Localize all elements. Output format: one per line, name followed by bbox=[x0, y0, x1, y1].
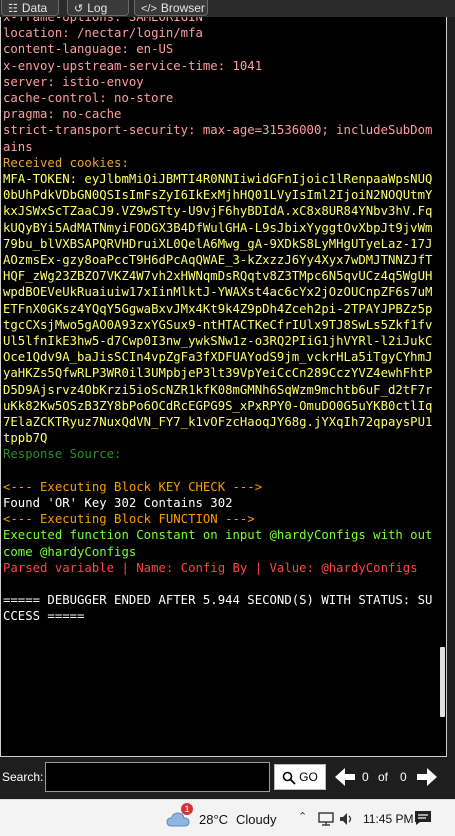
match-current: 0 bbox=[362, 770, 369, 784]
tab-browser[interactable]: </> Browser bbox=[134, 0, 208, 16]
console-line: Found 'OR' Key 302 Contains 302 bbox=[3, 496, 233, 511]
tab-browser-label: Browser bbox=[160, 1, 205, 15]
console-line: x-envoy-upstream-service-time: 1041 bbox=[3, 58, 263, 73]
tab-data[interactable]: ☷ Data bbox=[1, 0, 59, 16]
console-lines: x-frame-options: SAMEORIGIN location: /ne… bbox=[3, 17, 436, 625]
previous-arrow-icon[interactable] bbox=[333, 766, 357, 788]
console-scrollbar[interactable] bbox=[438, 17, 446, 756]
match-of-label: of bbox=[378, 770, 389, 784]
clock-time[interactable]: 11:45 PM bbox=[363, 812, 413, 826]
next-arrow-icon[interactable] bbox=[415, 766, 439, 788]
network-icon[interactable] bbox=[318, 812, 334, 826]
search-bar: Search: GO 0 of 0 bbox=[0, 757, 455, 799]
console-line: cache-control: no-store bbox=[3, 91, 174, 106]
console-line: location: /nectar/login/mfa bbox=[3, 26, 203, 41]
debugger-console[interactable]: x-frame-options: SAMEORIGIN location: /ne… bbox=[0, 17, 447, 757]
console-line: x-frame-options: SAMEORIGIN bbox=[3, 17, 203, 24]
go-label: GO bbox=[299, 770, 318, 784]
tab-data-label: Data bbox=[21, 1, 48, 15]
weather-condition: Cloudy bbox=[236, 812, 277, 827]
taskbar: 1 28°C Cloudy ⌃ 11:45 PM bbox=[0, 799, 455, 836]
chevron-up-icon[interactable]: ⌃ bbox=[298, 810, 307, 823]
search-icon bbox=[282, 771, 296, 785]
console-line: server: istio-envoy bbox=[3, 74, 144, 89]
volume-icon[interactable] bbox=[339, 812, 355, 826]
weather-widget[interactable]: 1 28°C Cloudy bbox=[166, 803, 286, 830]
console-line: content-language: en-US bbox=[3, 42, 174, 57]
tab-log-label: Log bbox=[87, 1, 108, 15]
weather-badge: 1 bbox=[181, 803, 193, 815]
console-line: pragma: no-cache bbox=[3, 107, 122, 122]
console-line: Executed function Constant on input @har… bbox=[3, 528, 433, 559]
temperature: 28°C bbox=[199, 812, 229, 827]
console-line: strict-transport-security: max-age=31536… bbox=[3, 123, 433, 154]
search-label: Search: bbox=[2, 770, 44, 784]
match-total: 0 bbox=[400, 770, 407, 784]
console-line: Response Source: bbox=[3, 447, 122, 462]
console-line: MFA-TOKEN: eyJlbmMiOiJBMTI4R0NNIiwidGFnI… bbox=[3, 172, 433, 446]
scrollbar-thumb[interactable] bbox=[440, 647, 445, 717]
code-icon: </> bbox=[141, 3, 157, 15]
tab-log[interactable]: ↺ Log bbox=[67, 0, 129, 16]
console-line: ===== DEBUGGER ENDED AFTER 5.944 SECOND(… bbox=[3, 593, 433, 624]
database-icon: ☷ bbox=[8, 3, 18, 15]
console-line: Parsed variable | Name: Config By | Valu… bbox=[3, 560, 418, 575]
history-icon: ↺ bbox=[74, 3, 84, 15]
tab-bar: ☷ Data ↺ Log </> Browser bbox=[0, 0, 455, 17]
notifications-icon[interactable] bbox=[414, 810, 432, 826]
search-input[interactable] bbox=[45, 762, 270, 792]
console-line: <--- Executing Block FUNCTION ---> bbox=[3, 512, 255, 527]
go-button[interactable]: GO bbox=[274, 764, 326, 790]
console-line: Received cookies: bbox=[3, 155, 129, 170]
console-line: <--- Executing Block KEY CHECK ---> bbox=[3, 479, 263, 494]
